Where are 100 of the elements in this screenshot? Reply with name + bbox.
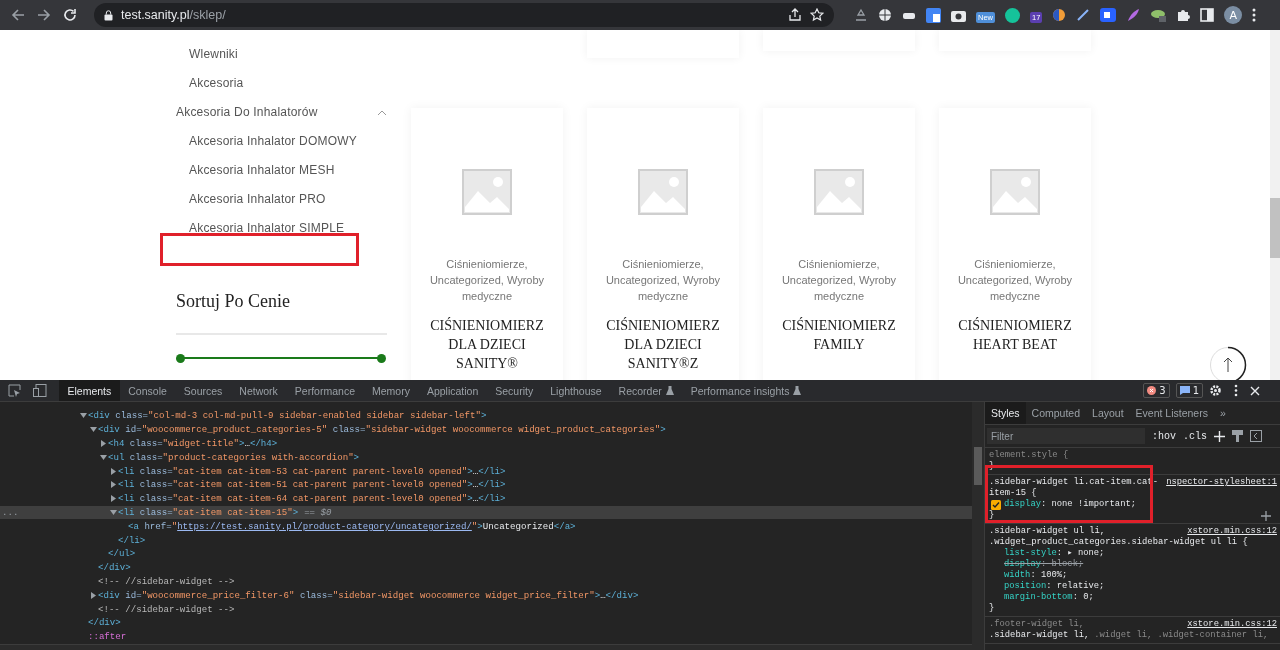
- add-icon[interactable]: [1261, 510, 1271, 521]
- close-icon[interactable]: [1250, 385, 1260, 396]
- share-icon[interactable]: [788, 8, 802, 22]
- devtools-tab[interactable]: Network: [230, 380, 287, 401]
- category-link[interactable]: Akcesoria Inhalator SIMPLE: [176, 214, 345, 243]
- css-declaration[interactable]: width: 100%;: [1004, 570, 1068, 581]
- product-card[interactable]: Ciśnieniomierze, Uncategorized, Wyroby medyczne CIŚNIENIOMIERZ DLA DZIECI SANITY®: [411, 108, 563, 380]
- devtools-tab[interactable]: Security: [486, 380, 542, 401]
- back-icon[interactable]: [10, 7, 26, 23]
- product-card[interactable]: Ciśnieniomierze, Uncategorized, Wyroby medyczne CIŚNIENIOMIERZ DLA DZIECI SANITY®Z: [587, 108, 739, 380]
- devtools-tab[interactable]: Sources: [175, 380, 231, 401]
- url-link[interactable]: https://test.sanity.pl/product-category/uncategorized/: [177, 520, 472, 532]
- image-placeholder-icon: [990, 169, 1040, 215]
- slider-thumb[interactable]: [377, 353, 386, 363]
- caret-icon[interactable]: [110, 495, 117, 503]
- more-marker[interactable]: ...: [2, 506, 19, 518]
- checkbox[interactable]: [991, 499, 1001, 510]
- css-declaration[interactable]: margin-bottom: 0;: [1004, 592, 1094, 603]
- caret-icon[interactable]: [100, 453, 107, 461]
- product-card[interactable]: Ciśnieniomierze, Uncategorized, Wyroby medyczne CIŚNIENIOMIERZ FAMILY: [763, 108, 915, 380]
- image-placeholder-icon: [462, 169, 512, 215]
- devtools-tab[interactable]: Memory: [363, 380, 419, 401]
- caret-icon[interactable]: [90, 426, 97, 434]
- image-placeholder-icon: [814, 169, 864, 215]
- css-selector: .widget_product_categories.sidebar-widget ul li {: [989, 537, 1248, 548]
- stylesheet-link[interactable]: nspector-stylesheet:1: [1166, 477, 1277, 488]
- styles-tab[interactable]: Computed: [1025, 402, 1087, 424]
- pen-icon[interactable]: [1076, 8, 1091, 22]
- paint-roller-icon[interactable]: [1232, 430, 1244, 442]
- devtools-tab[interactable]: Performance: [286, 380, 364, 401]
- product-title[interactable]: CIŚNIENIOMIERZ HEART BEAT: [939, 316, 1091, 354]
- scrollbar[interactable]: [972, 402, 984, 650]
- devtools-tab[interactable]: Application: [418, 380, 487, 401]
- caret-icon[interactable]: [100, 440, 107, 447]
- caret-icon[interactable]: [110, 508, 117, 516]
- css-selector: element.style {: [989, 450, 1069, 460]
- html-comment-line: <!-- //sidebar-widget -->: [98, 603, 235, 615]
- caret-icon[interactable]: [110, 467, 117, 475]
- devtools-tab[interactable]: Elements: [59, 380, 120, 401]
- device-icon[interactable]: [33, 384, 47, 397]
- half-circle-icon[interactable]: [1052, 8, 1067, 22]
- product-title[interactable]: CIŚNIENIOMIERZ FAMILY: [763, 316, 915, 354]
- styles-tab[interactable]: Layout: [1086, 402, 1130, 424]
- html-element-line: <h4 class="widget-title">…</h4>: [108, 438, 278, 449]
- message-icon: [1179, 386, 1190, 395]
- slider-thumb[interactable]: [176, 353, 185, 363]
- category-link[interactable]: Akcesoria Do Inhalatorów: [176, 98, 318, 127]
- scrollbar[interactable]: [1270, 30, 1280, 380]
- product-title[interactable]: CIŚNIENIOMIERZ DLA DZIECI SANITY®: [411, 316, 563, 373]
- inspect-icon[interactable]: [8, 384, 21, 397]
- devtools-tab[interactable]: Recorder: [610, 380, 683, 401]
- globe-icon[interactable]: [878, 8, 892, 22]
- css-declaration[interactable]: display: none !important;: [1004, 499, 1136, 510]
- category-link[interactable]: Akcesoria Inhalator DOMOWY: [176, 127, 357, 156]
- translate-icon[interactable]: [926, 7, 941, 23]
- more-icon[interactable]: [1234, 384, 1238, 397]
- caret-icon[interactable]: [90, 591, 97, 599]
- product-title[interactable]: CIŚNIENIOMIERZ DLA DZIECI SANITY®Z: [587, 316, 739, 373]
- category-link[interactable]: Akcesoria: [176, 69, 244, 98]
- forward-icon[interactable]: [36, 7, 52, 23]
- selected-row[interactable]: ... <li class="cat-item cat-item-15"> == $0: [0, 505, 972, 520]
- scroll-to-top-button[interactable]: [1209, 346, 1247, 380]
- reload-icon[interactable]: [62, 7, 78, 23]
- category-link[interactable]: Akcesoria Inhalator MESH: [176, 156, 335, 185]
- settings-icon[interactable]: [1209, 384, 1222, 397]
- styles-tab[interactable]: Styles: [985, 402, 1026, 424]
- category-link[interactable]: Wlewniki: [176, 40, 238, 69]
- filter-field[interactable]: Filter: [987, 428, 1145, 444]
- price-range-slider[interactable]: [176, 352, 387, 364]
- product-categories: Ciśnieniomierze, Uncategorized, Wyroby medyczne: [604, 257, 722, 304]
- product-card[interactable]: Ciśnieniomierze, Uncategorized, Wyroby medyczne CIŚNIENIOMIERZ HEART BEAT: [939, 108, 1091, 380]
- styles-tab[interactable]: »: [1213, 402, 1232, 424]
- styles-tab[interactable]: Event Listeners: [1129, 402, 1214, 424]
- side-panel-icon[interactable]: [1200, 8, 1215, 22]
- devtools-tab[interactable]: Performance insights: [682, 380, 810, 401]
- stylesheet-link[interactable]: xstore.min.css:12: [1187, 619, 1277, 630]
- css-brace: }: [989, 603, 995, 614]
- error-count-badge[interactable]: 3: [1143, 383, 1170, 398]
- star-icon[interactable]: [810, 8, 824, 22]
- video-camera-icon[interactable]: [1100, 8, 1117, 22]
- address-bar[interactable]: test.sanity.pl/sklep/: [94, 3, 834, 27]
- caret-icon[interactable]: [110, 481, 117, 489]
- devtools-tab[interactable]: Lighthouse: [541, 380, 611, 401]
- stylesheet-link[interactable]: xstore.min.css:12: [1187, 526, 1277, 537]
- css-declaration[interactable]: display: block;: [1004, 559, 1084, 570]
- message-count-badge[interactable]: 1: [1175, 383, 1203, 398]
- menu-icon[interactable]: [1252, 8, 1257, 22]
- caret-icon[interactable]: [80, 412, 87, 420]
- devtools-tab[interactable]: Console: [119, 380, 176, 401]
- chevron-icon[interactable]: [377, 109, 387, 116]
- sidebar-toggle-icon[interactable]: [1250, 430, 1263, 442]
- hover-state-toggle[interactable]: :hov: [1152, 430, 1176, 442]
- scrollbar[interactable]: [0, 643, 972, 650]
- category-link[interactable]: Akcesoria Inhalator PRO: [176, 185, 326, 214]
- camera-icon[interactable]: [951, 8, 966, 22]
- css-declaration[interactable]: position: relative;: [1004, 581, 1105, 592]
- class-toggle[interactable]: .cls: [1183, 430, 1208, 442]
- feather-icon[interactable]: [1126, 8, 1141, 22]
- puzzle-icon[interactable]: [1176, 8, 1191, 22]
- css-declaration[interactable]: list-style: ▸ none;: [1004, 548, 1105, 559]
